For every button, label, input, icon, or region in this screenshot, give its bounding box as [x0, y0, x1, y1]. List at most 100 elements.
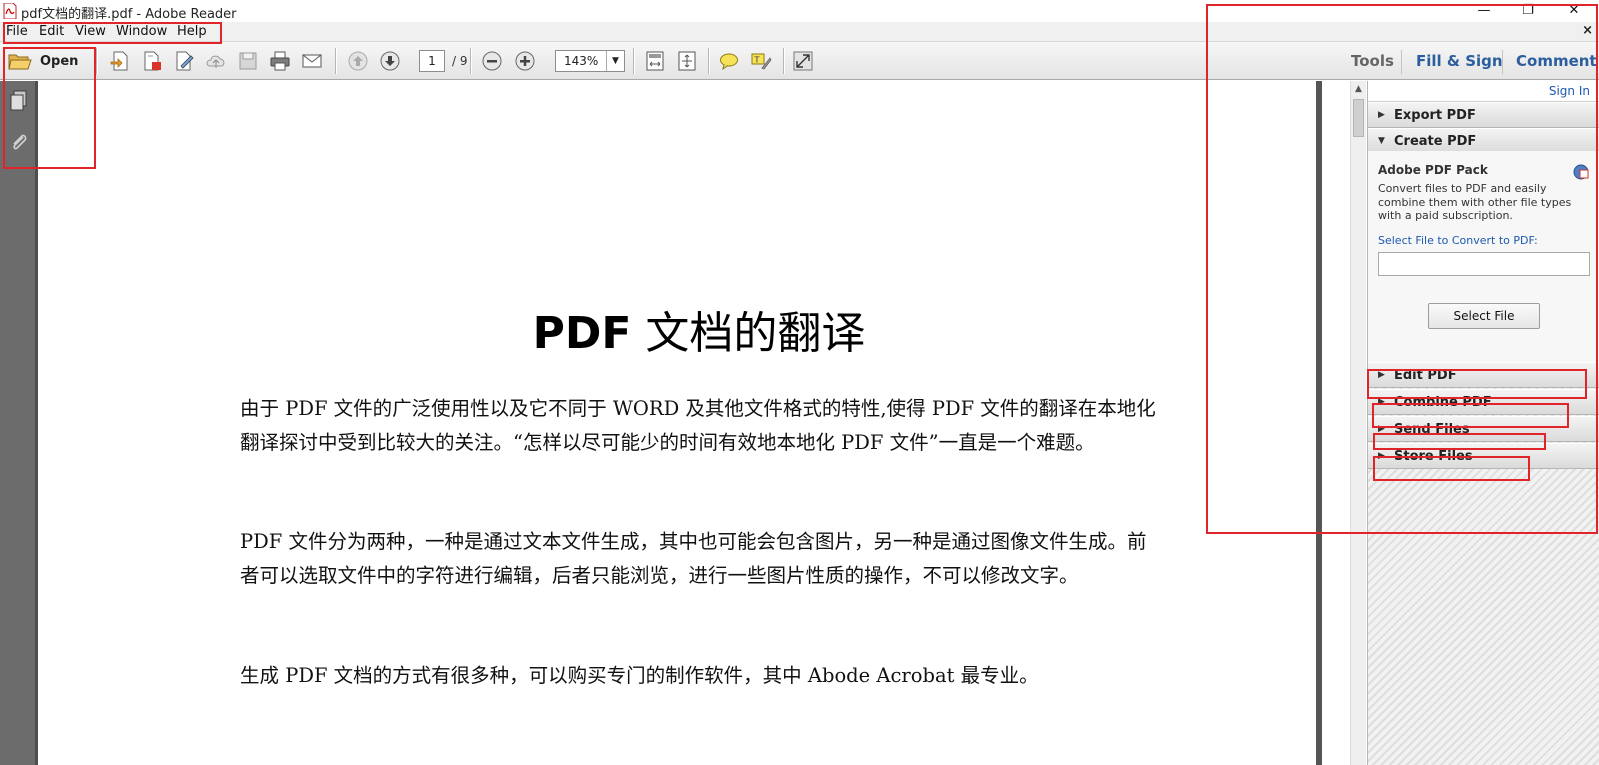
paperclip-icon[interactable]: [7, 131, 31, 155]
menu-help[interactable]: Help: [177, 24, 207, 39]
zoom-in-button[interactable]: [513, 49, 537, 73]
document-title-cjk: 文档的翻译: [645, 308, 866, 359]
save-button[interactable]: [236, 49, 260, 73]
expand-icon: [793, 51, 813, 71]
tab-tools[interactable]: Tools: [1351, 52, 1394, 70]
tab-separator: [1401, 50, 1402, 74]
folder-open-icon: [8, 54, 32, 70]
section-export-pdf[interactable]: ▶ Export PDF: [1368, 102, 1599, 128]
menu-window[interactable]: Window: [116, 24, 167, 39]
edit-pdf-icon: [176, 51, 194, 71]
document-paragraph: 生成 PDF 文档的方式有很多种，可以购买专门的制作软件，其中 Abode Ac…: [240, 664, 1039, 687]
toolbar-separator: [335, 48, 336, 74]
cloud-upload-icon: [206, 55, 225, 68]
arrow-down-icon: [380, 51, 400, 71]
vertical-scrollbar[interactable]: ▲: [1350, 81, 1366, 765]
expand-arrow-icon: ▶: [1378, 397, 1385, 407]
chevron-down-icon[interactable]: ▼: [606, 51, 624, 71]
tab-separator: [1502, 50, 1503, 74]
sign-in-link[interactable]: Sign In: [1368, 81, 1599, 102]
zoom-in-icon: [515, 51, 535, 71]
pdf-pack-icon: [144, 51, 161, 71]
zoom-out-icon: [482, 51, 502, 71]
full-screen-button[interactable]: [791, 49, 815, 73]
section-label: Combine PDF: [1394, 395, 1492, 410]
expand-arrow-icon: ▶: [1378, 451, 1385, 461]
pdf-pack-description: Convert files to PDF and easily combine …: [1378, 182, 1572, 222]
toolbar-separator: [783, 48, 784, 74]
select-file-label: Select File to Convert to PDF:: [1378, 234, 1538, 247]
tab-fill-sign[interactable]: Fill & Sign: [1416, 52, 1503, 70]
section-edit-pdf[interactable]: ▶ Edit PDF: [1368, 362, 1599, 388]
zoom-select[interactable]: 143% ▼: [555, 50, 625, 72]
window-title: pdf文档的翻译.pdf - Adobe Reader: [21, 7, 237, 22]
restore-button[interactable]: ❐: [1508, 1, 1548, 21]
file-path-input[interactable]: [1378, 252, 1590, 276]
create-pdf-icon: [110, 51, 128, 71]
scroll-up-arrow-icon[interactable]: ▲: [1351, 81, 1366, 97]
close-window-button[interactable]: ✕: [1554, 1, 1594, 21]
expand-arrow-icon: ▶: [1378, 424, 1385, 434]
section-send-files[interactable]: ▶ Send Files: [1368, 416, 1599, 442]
page-thumbnails-icon[interactable]: [7, 89, 31, 113]
open-button[interactable]: Open: [8, 50, 78, 72]
select-file-button[interactable]: Select File: [1428, 303, 1540, 329]
next-page-button[interactable]: [378, 49, 402, 73]
pdf-pack-tool-button[interactable]: [140, 49, 164, 73]
section-label: Edit PDF: [1394, 368, 1457, 383]
pdf-pack-title: Adobe PDF Pack: [1378, 163, 1488, 177]
save-icon: [239, 52, 257, 70]
page-shadow: [1316, 81, 1322, 765]
pdf-pack-icon: [1573, 164, 1589, 180]
title-bar: pdf文档的翻译.pdf - Adobe Reader — ❐ ✕: [0, 0, 1599, 22]
page-number-input[interactable]: 1: [419, 50, 445, 72]
close-document-button[interactable]: ×: [1582, 23, 1593, 38]
toolbar-separator: [470, 48, 471, 74]
envelope-icon: [302, 54, 322, 68]
create-pdf-tool-button[interactable]: [108, 49, 132, 73]
main-toolbar: Open 1 / 9 143% ▼ T Tools Fill & Sign Co…: [0, 42, 1599, 80]
page-total-label: / 9: [452, 54, 468, 68]
menu-edit[interactable]: Edit: [39, 24, 64, 39]
fit-width-button[interactable]: [675, 49, 699, 73]
expand-arrow-icon: ▶: [1378, 370, 1385, 380]
document-title: PDF 文档的翻译: [41, 297, 1357, 361]
expand-arrow-icon: ▶: [1378, 110, 1385, 120]
arrow-up-icon: [348, 51, 368, 71]
section-label: Store Files: [1394, 449, 1473, 464]
toolbar-separator: [96, 48, 97, 74]
fit-width-icon: [678, 51, 696, 71]
menu-view[interactable]: View: [75, 24, 106, 39]
document-paragraph: 由于 PDF 文件的广泛使用性以及它不同于 WORD 及其他文件格式的特性,使得…: [240, 397, 1156, 454]
print-button[interactable]: [268, 49, 292, 73]
adobe-pdf-icon: [3, 3, 17, 19]
section-label: Create PDF: [1394, 134, 1477, 149]
document-paragraph: PDF 文件分为两种，一种是通过文本文件生成，其中也可能会包含图片，另一种是通过…: [240, 530, 1147, 587]
zoom-out-button[interactable]: [480, 49, 504, 73]
tab-comment[interactable]: Comment: [1516, 52, 1597, 70]
printer-icon: [270, 51, 290, 71]
fit-page-icon: [646, 51, 664, 71]
document-viewport[interactable]: PDF 文档的翻译 由于 PDF 文件的广泛使用性以及它不同于 WORD 及其他…: [41, 81, 1357, 765]
comment-bubble-icon: [720, 53, 738, 71]
section-label: Export PDF: [1394, 108, 1476, 123]
scroll-thumb[interactable]: [1353, 99, 1364, 137]
email-button[interactable]: [300, 49, 324, 73]
cloud-upload-button[interactable]: [204, 49, 228, 73]
tools-pane: Sign In ▶ Export PDF ▼ Create PDF Adobe …: [1367, 81, 1599, 765]
open-label: Open: [40, 53, 79, 69]
navigation-pane: [0, 81, 38, 765]
zoom-value: 143%: [564, 54, 599, 68]
sticky-note-button[interactable]: [717, 49, 741, 73]
svg-text:T: T: [754, 56, 760, 65]
minimize-button[interactable]: —: [1464, 1, 1504, 21]
section-label: Send Files: [1394, 422, 1470, 437]
fit-page-button[interactable]: [643, 49, 667, 73]
highlight-text-button[interactable]: T: [749, 49, 773, 73]
section-store-files[interactable]: ▶ Store Files: [1368, 443, 1599, 469]
menu-file[interactable]: File: [6, 24, 28, 39]
section-combine-pdf[interactable]: ▶ Combine PDF: [1368, 389, 1599, 415]
previous-page-button[interactable]: [346, 49, 370, 73]
menu-bar: File Edit View Window Help ×: [0, 22, 1599, 42]
edit-pdf-tool-button[interactable]: [172, 49, 196, 73]
